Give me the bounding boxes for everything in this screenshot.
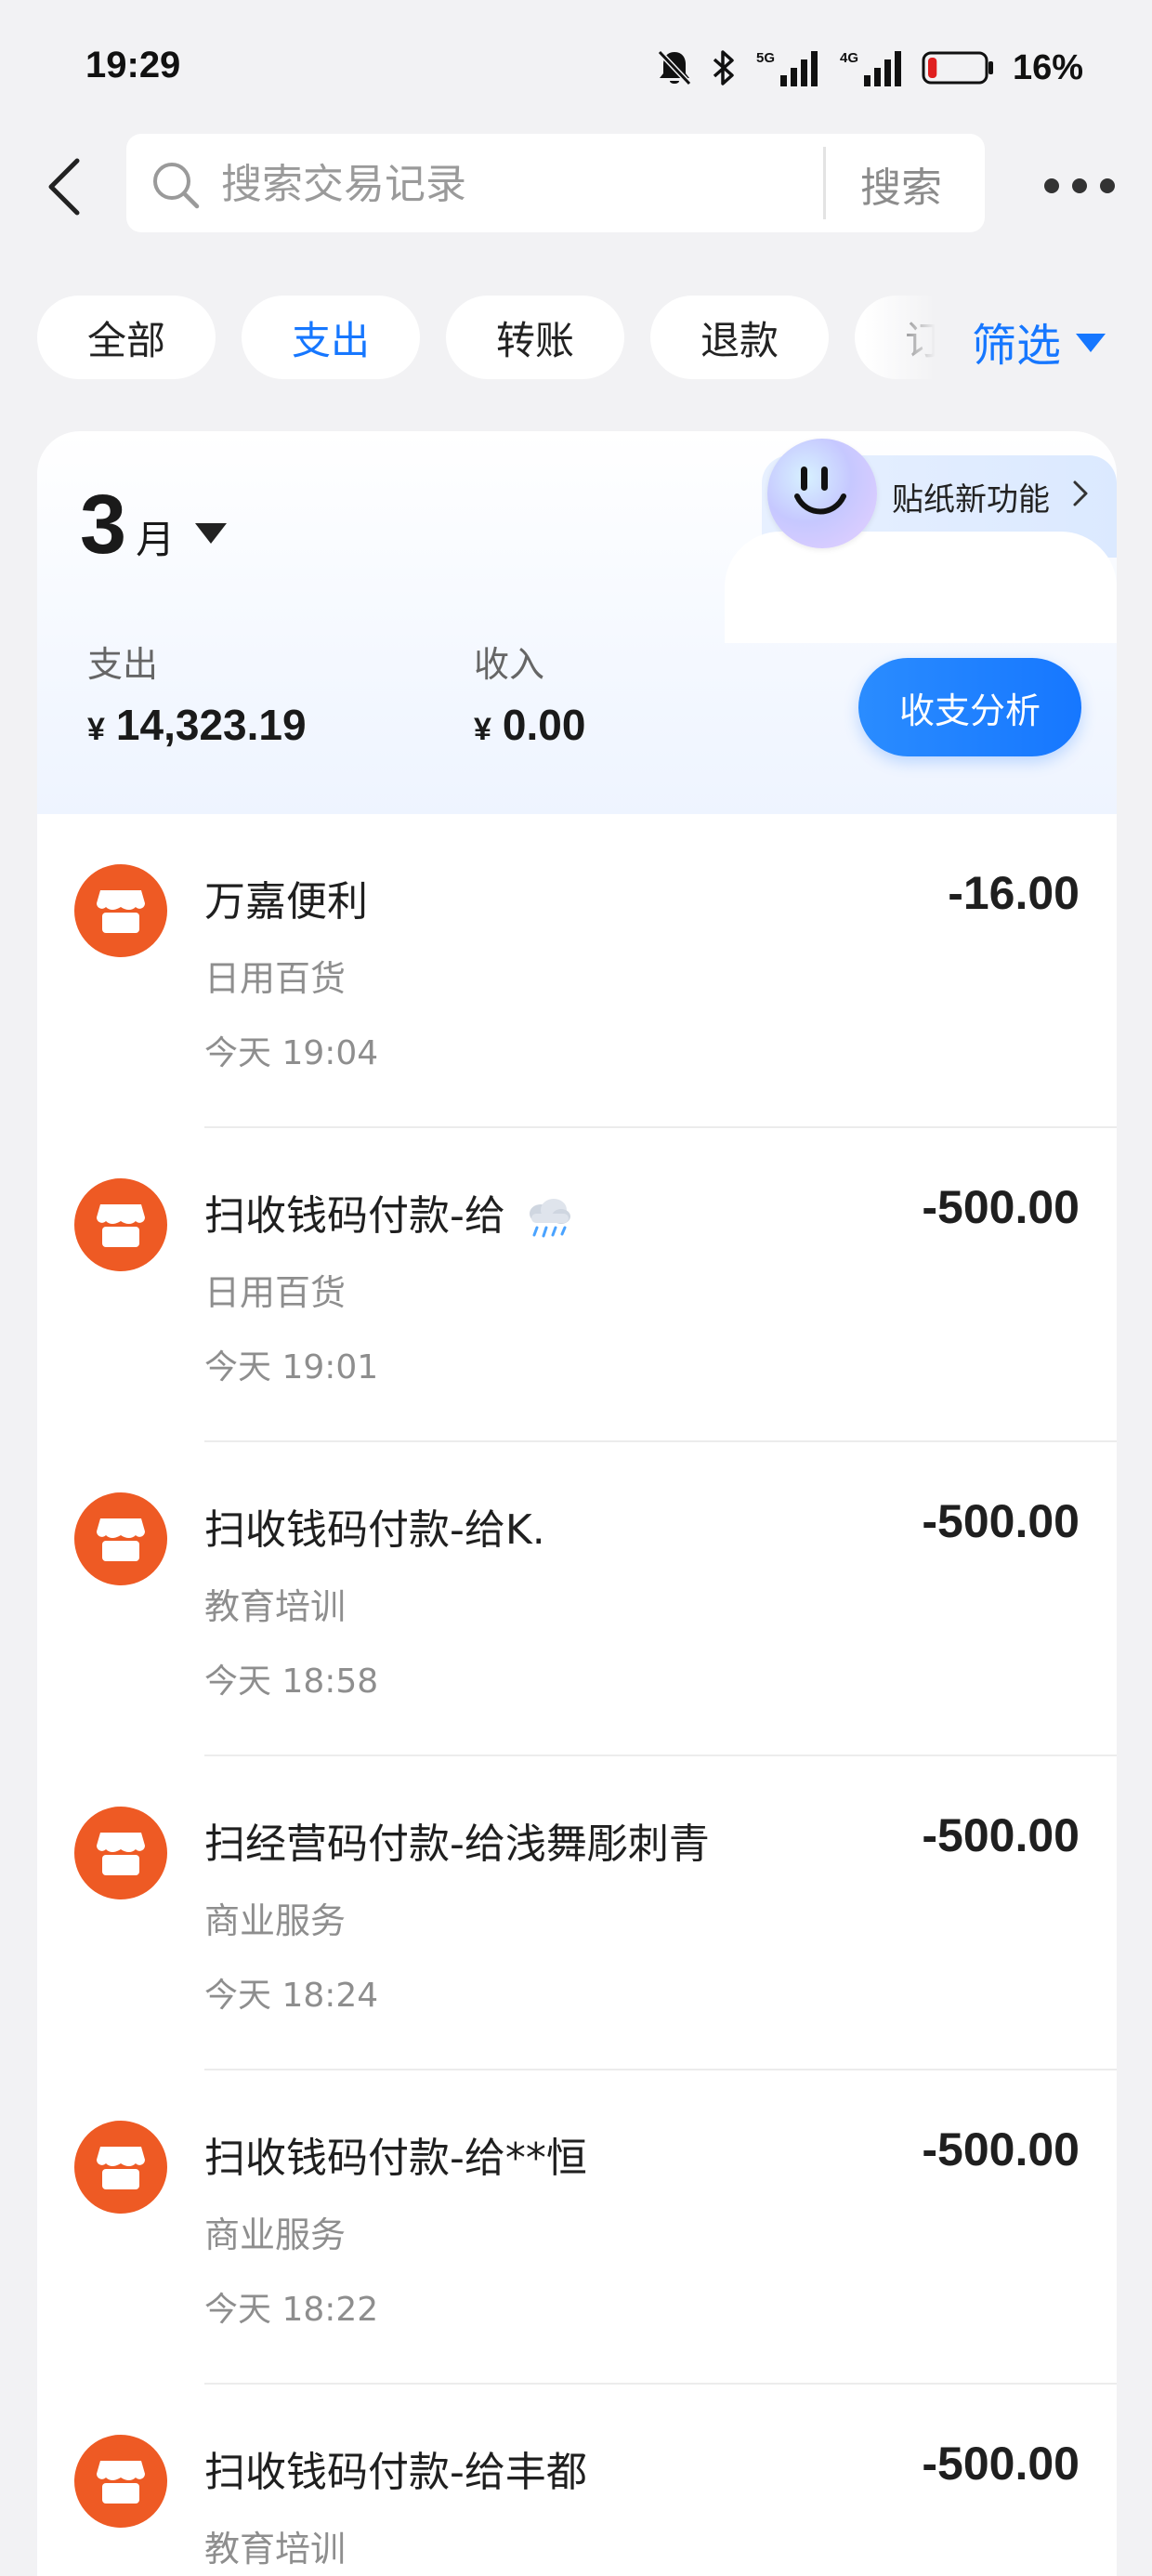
filter-chip-track[interactable]: 全部 支出 转账 退款 订单 (37, 296, 948, 385)
transaction-title: 扫收钱码付款-给K. (204, 1506, 545, 1554)
expense-stat: 支出 ¥14,323.19 (87, 636, 307, 750)
chip-transfer[interactable]: 转账 (446, 296, 624, 379)
transaction-time: 今天 18:58 (204, 1663, 379, 1701)
transaction-category: 日用百货 (204, 1272, 347, 1313)
shop-icon (74, 1178, 167, 1271)
transaction-title: 扫经营码付款-给浅舞彫刺青 (204, 1820, 710, 1868)
income-currency: ¥ (474, 712, 491, 747)
shop-icon (74, 1807, 167, 1899)
status-icons: 5G 4G 16% (656, 46, 1083, 89)
transaction-amount: -500.00 (922, 1809, 1080, 1861)
smile-face-icon (794, 467, 846, 515)
transaction-row[interactable]: 扫收钱码付款-给**恒 -500.00 商业服务 今天 18:22 (37, 2070, 1117, 2385)
shop-icon (74, 864, 167, 957)
more-button[interactable] (985, 167, 1115, 204)
search-box[interactable]: 搜索 (126, 134, 985, 232)
search-icon (153, 163, 200, 209)
transaction-row[interactable]: 扫经营码付款-给浅舞彫刺青 -500.00 商业服务 今天 18:24 (37, 1756, 1117, 2070)
transaction-category: 教育培训 (204, 2529, 347, 2569)
expense-label: 支出 (87, 644, 159, 685)
summary-card: 贴纸新功能 3 月 支出 ¥14,323.19 收入 ¥0.00 收支分析 (37, 431, 1117, 821)
shop-glyph (97, 890, 145, 933)
expense-currency: ¥ (87, 712, 105, 747)
shop-glyph (97, 1518, 145, 1561)
analysis-button[interactable]: 收支分析 (858, 658, 1081, 756)
transaction-time: 今天 18:22 (204, 2291, 379, 2329)
transaction-time: 今天 18:24 (204, 1977, 379, 2015)
sticker-avatar[interactable] (767, 439, 877, 548)
sticker-notch (725, 532, 1117, 643)
chip-refund[interactable]: 退款 (650, 296, 829, 379)
expense-value: 14,323.19 (115, 701, 307, 749)
mute-bell-icon (657, 49, 692, 86)
transaction-title: 万嘉便利 (204, 878, 368, 926)
bluetooth-icon (713, 50, 734, 85)
transaction-title: 扫收钱码付款-给 (204, 1192, 505, 1240)
income-stat: 收入 ¥0.00 (474, 636, 585, 750)
battery-fill (927, 58, 937, 78)
search-input[interactable] (219, 151, 836, 217)
transaction-amount: -16.00 (948, 867, 1080, 919)
month-number: 3 (80, 479, 127, 572)
shop-icon (74, 2435, 167, 2528)
shop-glyph (97, 2147, 145, 2189)
income-value: 0.00 (502, 701, 586, 749)
transaction-category: 教育培训 (204, 1586, 347, 1627)
more-dot (1072, 178, 1087, 193)
search-divider (823, 147, 826, 219)
transaction-amount: -500.00 (922, 1495, 1080, 1547)
shop-icon (74, 2121, 167, 2214)
transaction-amount: -500.00 (922, 2123, 1080, 2175)
back-button[interactable] (32, 145, 97, 229)
chip-fade (864, 296, 966, 385)
transaction-row[interactable]: 扫收钱码付款-给 -500.00 日用百货 今天 19:01 (37, 1128, 1117, 1442)
status-bar: 19:29 5G 4G 16% (0, 0, 1152, 139)
transaction-title-wrap: 扫收钱码付款-给 (204, 1182, 572, 1242)
chevron-left-icon (48, 158, 80, 216)
filter-label: 筛选 (972, 320, 1062, 372)
expense-value-row: ¥14,323.19 (87, 700, 307, 750)
sticker-label[interactable]: 贴纸新功能 (892, 474, 1050, 519)
shop-glyph (97, 2461, 145, 2504)
transaction-category: 商业服务 (204, 1900, 347, 1941)
income-label: 收入 (474, 644, 545, 685)
transaction-title: 扫收钱码付款-给丰都 (204, 2449, 587, 2496)
income-value-row: ¥0.00 (474, 700, 585, 750)
transaction-row[interactable]: 扫收钱码付款-给K. -500.00 教育培训 今天 18:58 (37, 1442, 1117, 1756)
signal-4g-icon: 4G (840, 50, 901, 86)
transaction-title: 扫收钱码付款-给**恒 (204, 2135, 587, 2182)
filter-bar: 全部 支出 转账 退款 订单 筛选 (0, 296, 1152, 385)
transaction-amount: -500.00 (922, 2438, 1080, 2490)
shop-glyph (97, 1833, 145, 1875)
shop-icon (74, 1492, 167, 1585)
status-time: 19:29 (85, 45, 181, 85)
shop-glyph (97, 1204, 145, 1247)
caret-down-icon (1076, 334, 1106, 352)
month-picker[interactable]: 3 月 (80, 478, 228, 573)
header: 搜索 (0, 130, 1152, 242)
transaction-list: 万嘉便利 -16.00 日用百货 今天 19:04 扫收钱码付款-给 -500.… (37, 814, 1117, 2576)
network-5g-label: 5G (756, 50, 775, 66)
battery-icon (922, 51, 993, 85)
more-dot (1100, 178, 1115, 193)
transaction-row[interactable]: 万嘉便利 -16.00 日用百货 今天 19:04 (37, 814, 1117, 1128)
caret-down-icon (195, 523, 228, 544)
network-4g-label: 4G (840, 50, 858, 66)
signal-5g-icon: 5G (756, 50, 818, 86)
transaction-category: 商业服务 (204, 2215, 347, 2255)
battery-percent: 16% (1012, 47, 1083, 87)
transaction-amount: -500.00 (922, 1181, 1080, 1233)
transaction-time: 今天 19:01 (204, 1348, 379, 1387)
more-dots-icon (1044, 178, 1059, 193)
transaction-row[interactable]: 扫收钱码付款-给丰都 -500.00 教育培训 (37, 2385, 1117, 2576)
filter-button[interactable]: 筛选 (972, 309, 1106, 374)
transaction-time: 今天 19:04 (204, 1034, 379, 1072)
month-unit: 月 (136, 517, 176, 562)
chip-all[interactable]: 全部 (37, 296, 216, 379)
rain-cloud-icon (529, 1199, 570, 1238)
chip-expense[interactable]: 支出 (242, 296, 420, 379)
search-button[interactable]: 搜索 (860, 154, 942, 214)
chevron-right-icon (1073, 480, 1088, 506)
transaction-category: 日用百货 (204, 958, 347, 999)
